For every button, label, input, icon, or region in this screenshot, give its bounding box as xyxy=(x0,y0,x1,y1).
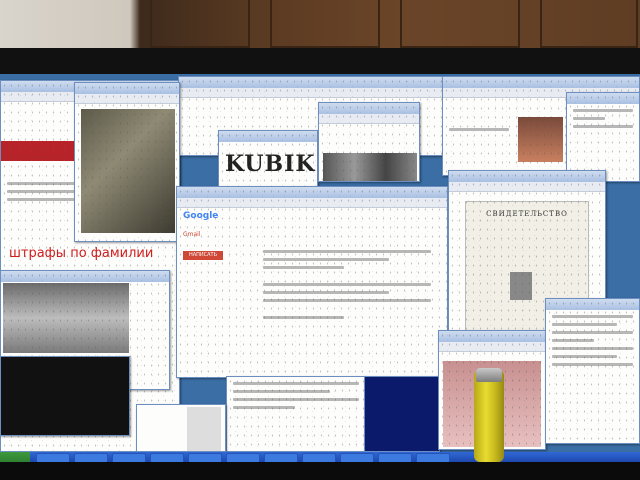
monitor-bezel-bottom xyxy=(0,462,640,480)
compose-button[interactable]: НАПИСАТЬ xyxy=(183,251,223,260)
photo-viewer-window[interactable] xyxy=(74,82,180,242)
yellow-lighter xyxy=(474,370,504,462)
window-toolbar xyxy=(439,342,545,352)
gmail-window[interactable]: Google Gmail НАПИСАТЬ xyxy=(176,186,448,378)
text-line xyxy=(552,323,618,326)
gmail-label[interactable]: Gmail xyxy=(183,231,201,238)
cabinet-door xyxy=(400,0,520,48)
window-titlebar[interactable] xyxy=(443,77,639,88)
small-window[interactable] xyxy=(136,404,226,452)
lighter-cap xyxy=(476,368,502,382)
window-titlebar[interactable] xyxy=(219,131,317,142)
window-titlebar[interactable] xyxy=(567,93,639,104)
text-line xyxy=(573,125,633,128)
mail-text-line xyxy=(263,250,431,253)
text-line xyxy=(233,382,359,385)
text-editor-window[interactable] xyxy=(545,298,640,444)
text-line xyxy=(449,128,509,131)
text-line xyxy=(573,117,606,120)
mail-text-line xyxy=(263,266,344,269)
mail-text-line xyxy=(263,283,431,286)
google-logo: Google xyxy=(183,211,219,221)
window-titlebar[interactable] xyxy=(319,103,419,114)
text-line xyxy=(233,398,359,401)
mail-text-line xyxy=(263,316,344,319)
window-titlebar[interactable] xyxy=(546,299,639,310)
person-photo[interactable] xyxy=(81,109,175,233)
text-line xyxy=(233,390,330,393)
kubik-logo: KUBIK xyxy=(225,151,316,177)
shtrafy-headline[interactable]: штрафы по фамилии xyxy=(9,246,153,261)
image-thumbnail[interactable] xyxy=(323,153,417,181)
text-line xyxy=(552,339,594,342)
cabinet-door xyxy=(270,0,380,48)
text-line xyxy=(573,109,633,112)
address-bar[interactable] xyxy=(177,198,447,208)
text-line xyxy=(233,406,296,409)
mail-text-line xyxy=(263,291,389,294)
text-line xyxy=(552,331,633,334)
person-thumbnail[interactable] xyxy=(187,407,221,451)
kubik-window[interactable]: KUBIK xyxy=(218,130,318,190)
certificate-photo xyxy=(510,272,532,300)
cabinet-door xyxy=(150,0,250,48)
cabinet-door xyxy=(540,0,638,48)
window-titlebar[interactable] xyxy=(75,83,179,94)
text-line xyxy=(552,355,618,358)
window-titlebar[interactable] xyxy=(439,331,545,342)
thumbnail-photo[interactable] xyxy=(518,117,563,162)
address-bar[interactable] xyxy=(449,182,605,192)
text-line xyxy=(552,315,633,318)
certificate-title: СВИДЕТЕЛЬСТВО xyxy=(486,210,568,218)
window-titlebar[interactable] xyxy=(1,271,169,282)
mail-text-line xyxy=(263,299,431,302)
text-window[interactable] xyxy=(566,92,640,182)
window-titlebar[interactable] xyxy=(449,171,605,182)
classroom-photo[interactable] xyxy=(3,283,129,353)
mail-text-line xyxy=(263,258,389,261)
console-window[interactable] xyxy=(364,376,440,452)
window-toolbar xyxy=(319,114,419,124)
monitor-screen: штрафы по фамилии KUBIK Google Gmail НАП… xyxy=(0,74,640,464)
window-toolbar xyxy=(179,88,442,98)
text-line xyxy=(552,347,633,350)
document-window[interactable] xyxy=(226,376,366,452)
text-line xyxy=(552,363,633,366)
dark-window[interactable] xyxy=(0,356,130,436)
window-titlebar[interactable] xyxy=(179,77,442,88)
window-toolbar xyxy=(75,94,179,104)
image-window[interactable] xyxy=(318,102,420,182)
window-titlebar[interactable] xyxy=(177,187,447,198)
